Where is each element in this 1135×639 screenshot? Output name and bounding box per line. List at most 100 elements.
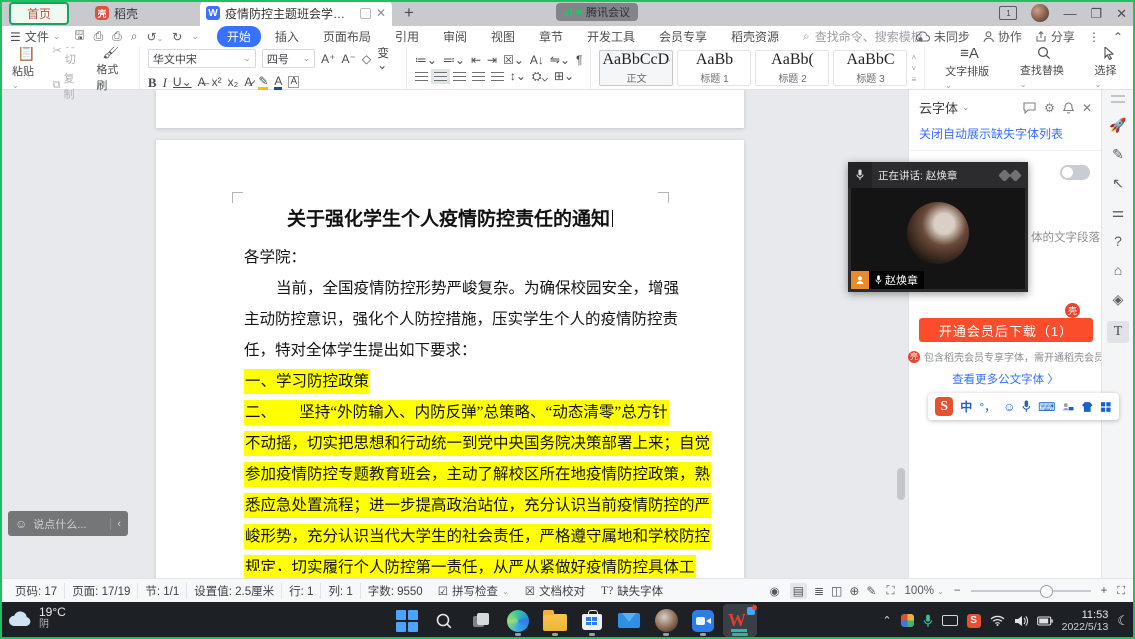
new-tab-button[interactable]: + bbox=[404, 3, 414, 23]
style-preset[interactable]: AaBb 标题 1 bbox=[677, 50, 751, 86]
meeting-chat-bubble[interactable]: ☺ 说点什么... ‹ bbox=[8, 511, 128, 536]
export-pdf-icon[interactable]: ⎙ bbox=[94, 29, 104, 44]
zoom-out-button[interactable]: − bbox=[954, 585, 961, 597]
comment-icon[interactable] bbox=[1023, 102, 1036, 114]
tray-microphone-icon[interactable] bbox=[923, 614, 933, 628]
bold-icon[interactable]: B bbox=[148, 76, 157, 89]
increase-font-icon[interactable]: A⁺ bbox=[321, 53, 335, 65]
vertical-scrollbar-thumb[interactable] bbox=[897, 468, 905, 500]
zoom-in-button[interactable]: + bbox=[1101, 585, 1108, 597]
punctuation-icon[interactable]: °， bbox=[979, 401, 996, 413]
tab-home[interactable]: 首页 bbox=[9, 2, 69, 25]
chinese-mode-icon[interactable]: 中 bbox=[960, 401, 972, 413]
style-preset[interactable]: AaBbC 标题 3 bbox=[833, 50, 907, 86]
menu-item[interactable]: 章节 bbox=[529, 26, 573, 47]
menu-item[interactable]: 开始 bbox=[217, 26, 261, 47]
menu-item[interactable]: 引用 bbox=[385, 26, 429, 47]
meeting-indicator[interactable]: 腾讯会议 bbox=[556, 3, 638, 21]
navigation-icon[interactable]: ◈ bbox=[1113, 292, 1124, 306]
distribute-icon[interactable] bbox=[491, 72, 504, 81]
font-size-select[interactable]: 四号⌄ bbox=[262, 49, 315, 68]
emoji-icon[interactable]: ☺ bbox=[1003, 401, 1015, 413]
font-name-select[interactable]: 华文中宋⌄ bbox=[148, 49, 256, 68]
document-workspace[interactable]: 关于强化学生个人疫情防控责任的通知 各学院： 当前，全国疫情防控形势严峻复杂。为… bbox=[0, 89, 908, 578]
strikethrough-icon[interactable]: A̶ bbox=[198, 76, 206, 88]
pen-icon[interactable]: ✎ bbox=[1112, 147, 1124, 161]
wifi-icon[interactable] bbox=[990, 615, 1005, 626]
more-options-icon[interactable]: ⋮ bbox=[1088, 30, 1100, 44]
undo-icon[interactable]: ↺⌄ bbox=[147, 30, 164, 44]
panel-title-dropdown-icon[interactable]: ⌄ bbox=[962, 102, 970, 113]
volume-icon[interactable] bbox=[1014, 615, 1028, 627]
emoji-icon[interactable]: ☺ bbox=[15, 517, 27, 531]
file-menu[interactable]: ☰ 文件 ⌄ bbox=[10, 28, 60, 45]
collapse-ribbon-icon[interactable]: ⌃ bbox=[1113, 30, 1123, 44]
document-page[interactable]: 关于强化学生个人疫情防控责任的通知 各学院： 当前，全国疫情防控形势严峻复杂。为… bbox=[156, 140, 744, 578]
char-border-icon[interactable]: A bbox=[288, 76, 299, 88]
paste-button[interactable]: 📋 粘贴 ⌄ bbox=[8, 46, 45, 91]
proofread-button[interactable]: ☒ 文档校对 bbox=[517, 583, 593, 599]
align-center-icon[interactable] bbox=[434, 72, 447, 81]
soft-keyboard-icon[interactable]: ⌨ bbox=[1038, 401, 1055, 413]
missing-fonts-button[interactable]: T? 缺失字体 bbox=[593, 583, 671, 599]
highlight-color-icon[interactable]: ✎ bbox=[258, 75, 268, 90]
select-button[interactable]: 选择 ⌄ bbox=[1091, 46, 1127, 90]
asian-layout-icon[interactable]: ☒⌄ bbox=[503, 54, 524, 66]
restore-button[interactable]: ❐ bbox=[1090, 7, 1102, 20]
participant-video[interactable]: 赵焕章 bbox=[848, 188, 1028, 292]
rocket-icon[interactable]: 🚀 bbox=[1109, 118, 1126, 132]
tray-expand-icon[interactable]: ⌃ bbox=[882, 614, 891, 627]
wps-office-button[interactable]: W bbox=[723, 604, 757, 637]
eye-protect-icon[interactable]: ◉ bbox=[770, 584, 780, 598]
colors-app-icon[interactable] bbox=[901, 614, 914, 627]
sogou-logo-icon[interactable]: S bbox=[935, 397, 953, 416]
clear-format-icon[interactable]: ◇ bbox=[362, 53, 371, 65]
highlight-missing-fonts-toggle[interactable] bbox=[1060, 165, 1090, 180]
more-fonts-link[interactable]: 查看更多公文字体 〉 bbox=[909, 371, 1102, 387]
save-icon[interactable]: 🖫 bbox=[74, 26, 84, 47]
zoom-slider-knob[interactable] bbox=[1040, 585, 1053, 598]
show-marks-icon[interactable]: ¶ bbox=[576, 54, 582, 66]
sync-status[interactable]: 未同步 bbox=[916, 28, 970, 45]
tab-close-icon[interactable]: ✕ bbox=[376, 6, 386, 20]
italic-icon[interactable]: I bbox=[163, 76, 167, 89]
shading-icon[interactable]: ⛭⌄ bbox=[532, 70, 548, 82]
share-button[interactable]: 分享 bbox=[1035, 28, 1075, 45]
styles-scroll[interactable]: ˄˅≡ bbox=[911, 53, 916, 84]
sogou-ime-bar[interactable]: S 中 °， ☺ ⌨ bbox=[928, 393, 1119, 420]
page-view-icon[interactable]: ▤ bbox=[790, 583, 807, 599]
char-shading-icon[interactable]: A̷ bbox=[244, 76, 252, 88]
text-tool-button[interactable]: T bbox=[1107, 321, 1129, 343]
bullet-list-icon[interactable]: ≔⌄ bbox=[415, 54, 437, 66]
passport-icon[interactable] bbox=[1062, 401, 1074, 413]
copy-button[interactable]: ⧉复制 bbox=[53, 70, 85, 102]
tencent-meeting-button[interactable] bbox=[686, 604, 720, 637]
subscript-icon[interactable]: x₂ bbox=[228, 76, 239, 88]
number-list-icon[interactable]: ≕⌄ bbox=[443, 54, 465, 66]
text-effects-icon[interactable]: 变⌄ bbox=[377, 47, 398, 71]
battery-icon[interactable] bbox=[1037, 616, 1053, 626]
align-left-icon[interactable] bbox=[415, 72, 428, 81]
help-icon[interactable]: ? bbox=[1114, 234, 1122, 248]
taskbar-search[interactable] bbox=[427, 604, 461, 637]
print-icon[interactable]: ⎙ bbox=[112, 29, 122, 44]
menu-item[interactable]: 开发工具 bbox=[577, 26, 645, 47]
store-button[interactable] bbox=[575, 604, 609, 637]
close-button[interactable]: ✕ bbox=[1116, 7, 1127, 20]
fit-page-icon[interactable]: ⛶ bbox=[886, 585, 894, 598]
style-preset[interactable]: AaBbCcDc 正文 bbox=[599, 50, 673, 86]
customize-toolbar-icon[interactable]: ⌄ bbox=[191, 31, 199, 42]
font-color-icon[interactable]: A bbox=[274, 75, 282, 90]
edge-button[interactable] bbox=[501, 604, 535, 637]
underline-icon[interactable]: U⌄ bbox=[173, 76, 192, 88]
slider-settings-icon[interactable]: ⚌ bbox=[1112, 205, 1125, 219]
outline-view-icon[interactable]: ≣ bbox=[814, 584, 824, 598]
start-button[interactable] bbox=[390, 604, 424, 637]
disable-autoshow-link[interactable]: 关闭自动展示缺失字体列表 bbox=[909, 123, 1102, 151]
menu-item[interactable]: 稻壳资源 bbox=[721, 26, 789, 47]
download-after-membership-button[interactable]: 开通会员后下载（1） bbox=[919, 318, 1093, 342]
decrease-font-icon[interactable]: A⁻ bbox=[341, 53, 355, 65]
mail-button[interactable] bbox=[612, 604, 646, 637]
direction-icon[interactable]: ⇋⌄ bbox=[550, 54, 570, 66]
task-view-button[interactable] bbox=[464, 604, 498, 637]
